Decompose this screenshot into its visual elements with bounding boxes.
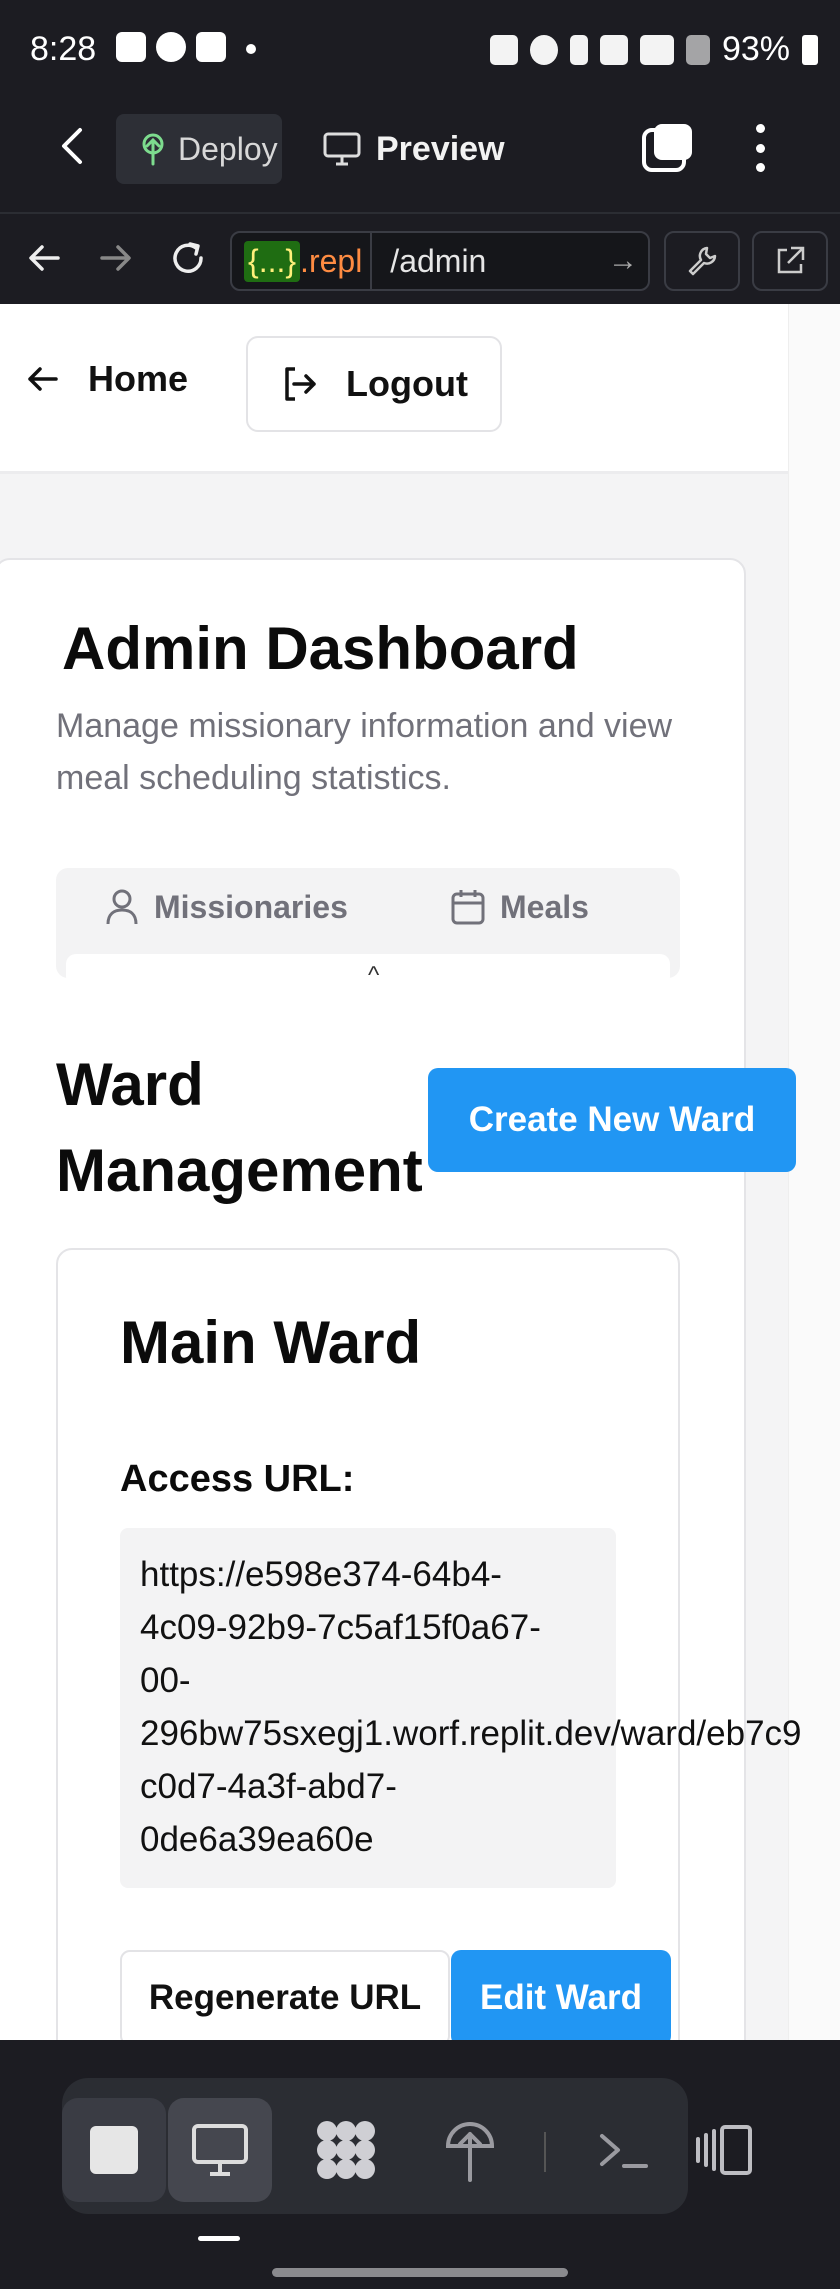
clock: 8:28: [30, 30, 97, 68]
url-input[interactable]: {...} .repl /admin →: [230, 231, 650, 291]
stop-button[interactable]: [62, 2098, 166, 2202]
reload-icon: [173, 242, 203, 273]
edit-ward-button[interactable]: Edit Ward: [451, 1950, 671, 2040]
tab-missionaries-label: Missionaries: [154, 888, 348, 925]
tab-meals-label: Meals: [500, 888, 589, 925]
replit-host-badge: {...}: [244, 240, 301, 282]
web-page: Home Logout Admin Dashboard Manage missi…: [0, 304, 840, 2040]
dock-preview-button[interactable]: [168, 2098, 272, 2202]
notification-icons: [116, 32, 256, 62]
ward-management-heading-line2: Management: [56, 1137, 423, 1204]
user-icon: [106, 889, 138, 925]
deploy-label: Deploy: [178, 130, 278, 167]
open-external-button[interactable]: [752, 231, 828, 291]
bluetooth-icon: [569, 34, 588, 65]
reload-button[interactable]: [166, 236, 210, 280]
stop-icon: [90, 2126, 138, 2174]
url-host-suffix: .repl: [300, 242, 363, 279]
app-toolbar: Deploy Preview: [0, 80, 840, 212]
outlook-icon: [116, 32, 146, 62]
arrow-left-icon: [29, 245, 60, 271]
alarm-icon: [529, 34, 558, 65]
tabs-button[interactable]: [640, 120, 696, 176]
system-icons: 93%: [489, 30, 818, 69]
wrench-icon: [688, 246, 717, 276]
more-options-icon[interactable]: [748, 120, 772, 176]
mute-icon: [599, 34, 628, 65]
battery-saver-icon: [489, 34, 518, 65]
page-subtitle: Manage missionary information and view m…: [56, 707, 673, 797]
dock-layout-button[interactable]: [672, 2098, 776, 2202]
deploy-button[interactable]: Deploy: [116, 114, 282, 184]
more-notifications-dot-icon: [246, 44, 256, 54]
bottom-dock: [0, 2040, 840, 2289]
caret-icon: ^: [368, 962, 380, 978]
dock-deploy-button[interactable]: [418, 2098, 522, 2202]
tab-missionaries[interactable]: Missionaries: [104, 888, 348, 926]
gesture-navigation-bar[interactable]: [272, 2268, 568, 2277]
regenerate-url-button[interactable]: Regenerate URL: [120, 1950, 450, 2040]
battery-percent: 93%: [721, 30, 790, 68]
ward-name: Main Ward: [120, 1309, 422, 1376]
deploy-icon: [445, 2122, 495, 2182]
monitor-icon: [192, 2124, 248, 2176]
ward-management-heading-line1: Ward: [56, 1051, 204, 1118]
chevron-left-icon: [62, 128, 82, 164]
access-url-label: Access URL:: [120, 1458, 355, 1500]
access-url-value[interactable]: https://e598e374-64b4- 4c09-92b9-7c5af15…: [140, 1548, 840, 1866]
deploy-icon: [142, 133, 164, 166]
dock-console-button[interactable]: [572, 2098, 676, 2202]
back-button[interactable]: [52, 124, 96, 168]
teams-icon: [196, 32, 226, 62]
ward-management-heading: Ward Management: [56, 1042, 423, 1214]
logout-button[interactable]: Logout: [246, 336, 502, 432]
devtools-button[interactable]: [664, 231, 740, 291]
browser-forward-button[interactable]: [94, 236, 138, 280]
logout-label: Logout: [346, 363, 468, 404]
home-link[interactable]: Home: [24, 358, 188, 400]
home-label: Home: [88, 358, 189, 399]
dock-separator: [544, 2132, 546, 2172]
logout-icon: [285, 367, 316, 401]
page-title: Admin Dashboard: [62, 615, 579, 682]
url-host: {...} .repl: [232, 233, 373, 289]
top-navigation: Home Logout: [0, 304, 788, 474]
calendar-icon: [451, 890, 485, 925]
layout-panels-icon: [696, 2125, 752, 2175]
go-arrow-icon[interactable]: →: [608, 244, 648, 278]
browser-back-button[interactable]: [22, 236, 66, 280]
battery-icon: [802, 34, 818, 65]
monitor-icon: [323, 132, 361, 166]
preview-button[interactable]: Preview: [322, 114, 505, 184]
wifi-icon: [639, 34, 674, 65]
arrow-right-icon: [100, 245, 131, 271]
url-path: /admin: [390, 242, 487, 279]
arrow-left-icon: [28, 367, 58, 391]
status-bar: 8:28 93%: [0, 0, 840, 80]
signal-icon: [685, 34, 710, 65]
preview-label: Preview: [376, 129, 505, 168]
terminal-icon: [600, 2134, 648, 2168]
browser-url-bar: {...} .repl /admin →: [0, 212, 840, 304]
active-dock-indicator: [198, 2236, 240, 2241]
dock-extensions-button[interactable]: [294, 2098, 398, 2202]
tab-meals[interactable]: Meals: [450, 888, 589, 926]
dashboard-tabs: Missionaries Meals ^: [56, 868, 680, 978]
create-new-ward-button[interactable]: Create New Ward: [428, 1068, 796, 1172]
tabs-icon: [642, 124, 692, 172]
external-link-icon: [777, 246, 805, 274]
apps-grid-icon: [317, 2121, 375, 2179]
facebook-icon: [156, 32, 186, 62]
